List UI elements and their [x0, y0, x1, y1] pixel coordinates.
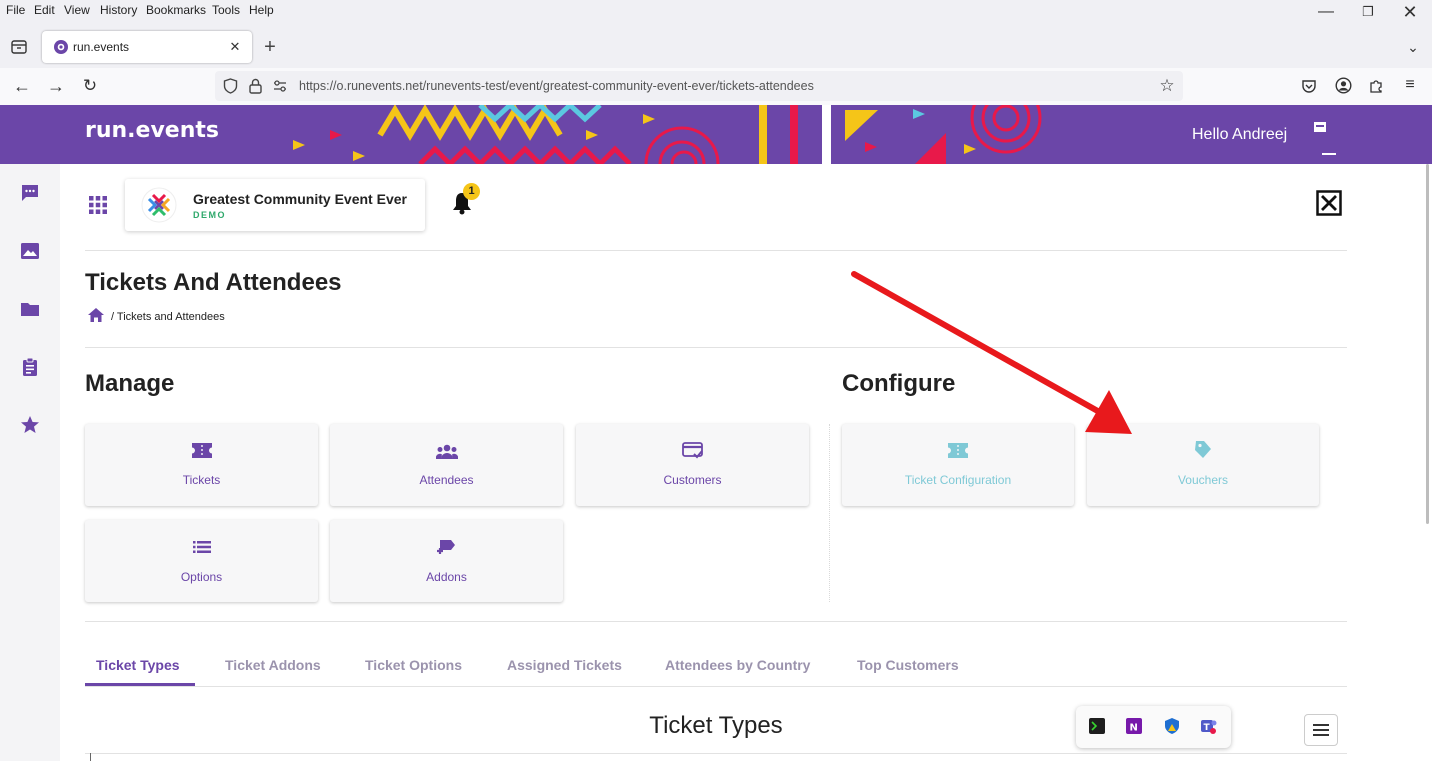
- divider: [85, 347, 1347, 348]
- annotation-arrow: [851, 271, 1132, 434]
- restore-icon[interactable]: ❐: [1358, 3, 1378, 21]
- ticket-icon: [192, 443, 212, 458]
- menu-bar: File Edit View History Bookmarks Tools H…: [0, 0, 1432, 22]
- lock-icon[interactable]: [249, 78, 262, 94]
- event-selector[interactable]: Greatest Community Event Ever DEMO: [125, 179, 425, 231]
- menu-history[interactable]: History: [100, 3, 137, 17]
- customers-card[interactable]: Customers: [576, 424, 809, 506]
- divider: [85, 250, 1347, 251]
- run-events-favicon-icon: [54, 40, 68, 54]
- event-logo-icon: [141, 187, 177, 223]
- avatar-underline: [1322, 153, 1336, 155]
- vouchers-label: Vouchers: [1177, 473, 1229, 487]
- tag-plus-icon: [437, 540, 455, 554]
- customers-label: Customers: [663, 473, 722, 487]
- url-bar[interactable]: https://o.runevents.net/runevents-test/e…: [215, 71, 1183, 101]
- forward-icon[interactable]: →: [44, 75, 68, 97]
- notification-badge: 1: [463, 183, 480, 200]
- star-icon[interactable]: [20, 415, 40, 435]
- minimize-icon[interactable]: —: [1316, 3, 1336, 21]
- url-text: https://o.runevents.net/runevents-test/e…: [299, 79, 814, 93]
- options-card[interactable]: Options: [85, 520, 318, 602]
- event-name: Greatest Community Event Ever: [193, 191, 407, 207]
- menu-bookmarks[interactable]: Bookmarks: [146, 3, 206, 17]
- close-icon[interactable]: [1316, 190, 1342, 216]
- pocket-icon[interactable]: [1301, 78, 1317, 94]
- list-icon: [193, 541, 211, 553]
- tickets-card[interactable]: Tickets: [85, 424, 318, 506]
- page-scrollbar[interactable]: [1426, 164, 1429, 524]
- chat-icon[interactable]: [20, 183, 40, 203]
- user-avatar-icon[interactable]: [1312, 120, 1328, 136]
- bookmark-star-icon[interactable]: ☆: [1157, 76, 1177, 96]
- voucher-tag-icon: [1195, 441, 1211, 458]
- breadcrumb: / Tickets and Attendees: [111, 311, 225, 323]
- svg-text:N: N: [1130, 723, 1138, 734]
- menu-icon: [1313, 724, 1329, 736]
- tab-title: run.events: [73, 40, 130, 54]
- tab-ticket-options[interactable]: Ticket Options: [365, 657, 462, 673]
- apps-grid-icon[interactable]: [89, 196, 107, 214]
- demo-badge: DEMO: [193, 210, 226, 220]
- shield-icon[interactable]: [223, 78, 238, 94]
- chart-axis-stub: [90, 753, 91, 761]
- menu-edit[interactable]: Edit: [34, 3, 55, 17]
- ticket-configuration-label: Ticket Configuration: [904, 473, 1012, 487]
- site-logo[interactable]: run.events: [85, 118, 219, 143]
- menu-help[interactable]: Help: [249, 3, 274, 17]
- chevron-down-icon[interactable]: ⌄: [1402, 36, 1424, 58]
- addons-card[interactable]: Addons: [330, 520, 563, 602]
- reload-icon[interactable]: ↻: [78, 75, 102, 97]
- teams-app-icon[interactable]: T: [1201, 718, 1217, 734]
- permissions-icon[interactable]: [273, 80, 287, 92]
- addons-label: Addons: [426, 570, 467, 584]
- tab-assigned-tickets[interactable]: Assigned Tickets: [507, 657, 622, 673]
- close-tab-icon[interactable]: ✕: [226, 38, 244, 56]
- chart-menu-button[interactable]: [1304, 714, 1338, 746]
- attendees-label: Attendees: [419, 473, 474, 487]
- attendees-card[interactable]: Attendees: [330, 424, 563, 506]
- divider: [85, 621, 1347, 622]
- hamburger-menu-icon[interactable]: ≡: [1401, 76, 1419, 94]
- tab-run-events[interactable]: run.events ✕: [42, 31, 252, 63]
- folder-icon[interactable]: [20, 299, 40, 319]
- terminal-app-icon[interactable]: [1089, 718, 1105, 734]
- section-separator: [829, 424, 830, 602]
- close-window-icon[interactable]: ✕: [1400, 2, 1420, 22]
- image-icon[interactable]: [20, 241, 40, 261]
- defender-app-icon[interactable]: [1164, 718, 1180, 734]
- options-label: Options: [180, 570, 223, 584]
- onenote-app-icon[interactable]: N: [1126, 718, 1142, 734]
- tab-top-customers[interactable]: Top Customers: [857, 657, 959, 673]
- svg-text:T: T: [1204, 723, 1211, 733]
- tab-attendees-by-country[interactable]: Attendees by Country: [665, 657, 810, 673]
- user-greeting[interactable]: Hello Andreej: [1192, 126, 1287, 144]
- tab-ticket-types[interactable]: Ticket Types: [96, 657, 180, 673]
- manage-heading: Manage: [85, 370, 175, 397]
- extensions-icon[interactable]: [1368, 77, 1385, 94]
- menu-tools[interactable]: Tools: [212, 3, 240, 17]
- back-icon[interactable]: ←: [10, 75, 34, 97]
- site-header: run.events Hello Andreej: [0, 105, 1432, 164]
- tab-ticket-addons[interactable]: Ticket Addons: [225, 657, 321, 673]
- credit-card-check-icon: [682, 442, 703, 459]
- list-all-tabs-icon[interactable]: [8, 36, 30, 58]
- menu-view[interactable]: View: [64, 3, 90, 17]
- section-title: Ticket Types: [649, 712, 783, 739]
- menu-file[interactable]: File: [6, 3, 25, 17]
- sidebar: [0, 164, 60, 761]
- users-icon: [436, 444, 458, 459]
- floating-app-tray: N T: [1076, 706, 1231, 748]
- tickets-label: Tickets: [182, 473, 221, 487]
- page-title: Tickets And Attendees: [85, 269, 342, 296]
- divider: [85, 753, 1347, 754]
- new-tab-icon[interactable]: +: [259, 36, 281, 58]
- clipboard-icon[interactable]: [20, 357, 40, 377]
- home-icon[interactable]: [87, 307, 105, 323]
- account-icon[interactable]: [1335, 77, 1352, 94]
- divider: [85, 686, 1347, 687]
- ticket-config-icon: [948, 443, 968, 458]
